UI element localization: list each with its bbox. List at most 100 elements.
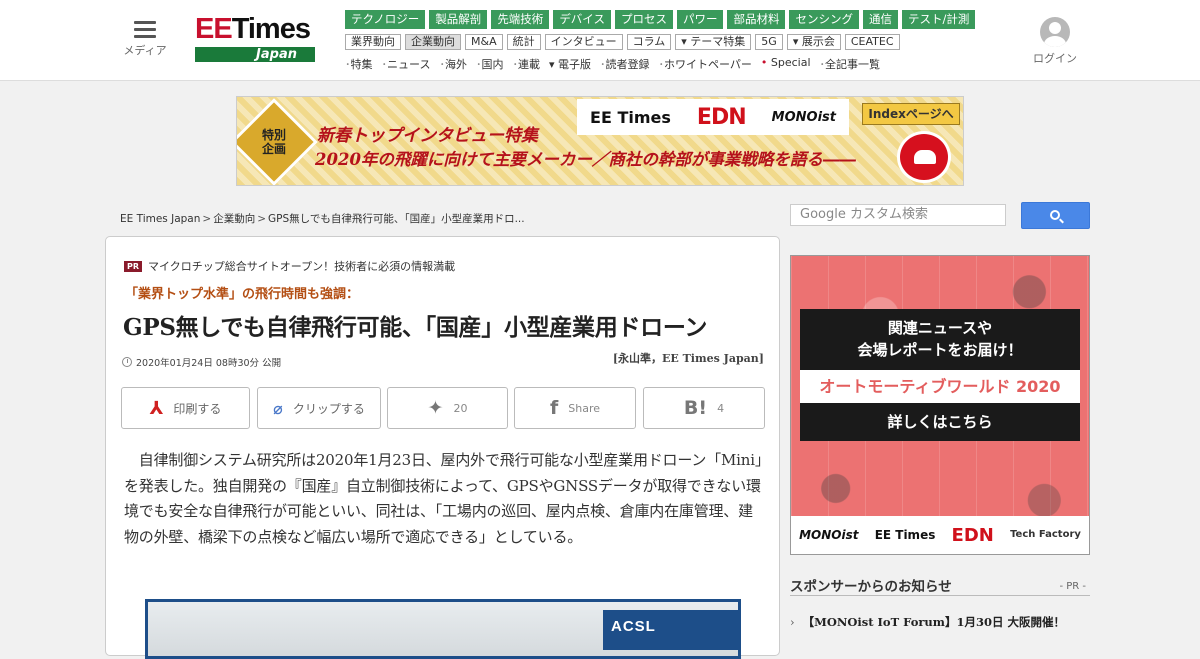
logo-ee: EE xyxy=(195,13,233,45)
pr-text: マイクロチップ総合サイトオープン！技術者に必須の情報満載 xyxy=(148,260,456,273)
sponsor-pr-label: - PR - xyxy=(1059,581,1086,592)
hatena-bookmark-button[interactable]: B! 4 xyxy=(643,387,765,429)
breadcrumb: EE Times Japan > 企業動向 > GPS無しでも自律飛行可能、「国産」小型… xyxy=(120,213,525,225)
breadcrumb-current: GPS無しでも自律飛行可能、「国産」小型産業用ドロ... xyxy=(268,213,525,225)
search-input[interactable]: Google カスタム検索 xyxy=(790,204,1006,226)
bullet-icon: • xyxy=(760,56,771,69)
article-author: [永山準，EE Times Japan] xyxy=(612,352,764,365)
nav-link-item[interactable]: ･特集 xyxy=(345,56,373,72)
media-menu-button[interactable]: メディア xyxy=(120,18,170,58)
twitter-icon: ✦ xyxy=(427,397,444,419)
tech-factory-logo: Tech Factory xyxy=(1010,529,1081,540)
nav-secondary-item[interactable]: CEATEC xyxy=(844,34,900,50)
breadcrumb-home[interactable]: EE Times Japan xyxy=(120,213,200,225)
banner-media-logos: EE Times EDN MONOist xyxy=(577,99,849,135)
ad-headline: 関連ニュースや 会場レポートをお届け！ xyxy=(800,309,1080,370)
ee-times-logo: EE Times xyxy=(874,528,936,542)
monoist-logo: MONOist xyxy=(799,528,859,542)
nav-link-item[interactable]: ･全記事一覧 xyxy=(820,56,881,72)
nav-secondary-item[interactable]: インタビュー xyxy=(544,34,623,50)
monoist-logo: MONOist xyxy=(771,109,836,125)
facebook-share-button[interactable]: f Share xyxy=(514,387,636,429)
publish-date: 2020年01月24日 08時30分 公開 xyxy=(122,355,281,369)
logo-times: Times xyxy=(231,13,311,45)
search-button[interactable] xyxy=(1021,202,1090,229)
hamburger-icon xyxy=(134,21,156,38)
article-card: PR マイクロチップ総合サイトオープン！技術者に必須の情報満載 「業界トップ水準… xyxy=(105,236,780,659)
nav-primary-item[interactable]: パワー xyxy=(676,10,724,29)
nav-primary: テクノロジー 製品解剖 先端技術 デバイス プロセス パワー 部品材料 センシング 通信 テスト/… xyxy=(345,10,1005,29)
nav-link-item[interactable]: ･国内 xyxy=(476,56,504,72)
pdf-icon: ⅄ xyxy=(149,397,164,419)
user-icon xyxy=(1040,17,1070,47)
article-subhead: 「業界トップ水準」の飛行時間も強調： xyxy=(125,287,360,302)
article-photo[interactable]: ACSL xyxy=(145,599,741,659)
facebook-icon: f xyxy=(549,397,559,419)
ee-times-logo: EE Times xyxy=(590,107,671,127)
nav-link-item[interactable]: ･読者登録 xyxy=(600,56,650,72)
twitter-share-button[interactable]: ✦ 20 xyxy=(387,387,508,429)
share-toolbar: ⅄ 印刷する ⌀ クリップする ✦ 20 f Share B! 4 xyxy=(121,387,765,429)
breadcrumb-category[interactable]: 企業動向 xyxy=(213,213,255,225)
nav-link-item[interactable]: ･海外 xyxy=(439,56,467,72)
nav-link-item[interactable]: ･ニュース xyxy=(382,56,431,72)
nav-link-item[interactable]: ･ホワイトペーパー xyxy=(658,56,751,72)
banner-index-button[interactable]: Indexページへ xyxy=(862,103,960,125)
ad-cta: 詳しくはこちら xyxy=(800,403,1080,441)
ad-event-name: オートモーティブワールド 2020 xyxy=(800,370,1080,403)
banner-subheadline: 2020年の飛躍に向けて主要メーカー／商社の幹部が事業戦略を語る―― xyxy=(315,150,856,169)
nav-links: ･特集 ･ニュース ･海外 ･国内 ･連載 ▾ 電子版 ･読者登録 ･ホワイトペーパー • Sp… xyxy=(345,56,1005,72)
promo-banner[interactable]: 特別 企画 新春トップインタビュー特集 2020年の飛躍に向けて主要メーカー／商… xyxy=(236,96,964,186)
print-button[interactable]: ⅄ 印刷する xyxy=(121,387,250,429)
mascot-icon xyxy=(897,131,951,183)
nav-primary-item[interactable]: 製品解剖 xyxy=(429,10,488,29)
login-button[interactable]: ログイン xyxy=(1030,17,1080,66)
clip-button[interactable]: ⌀ クリップする xyxy=(257,387,381,429)
pr-badge: PR xyxy=(124,260,143,272)
nav-primary-item[interactable]: 通信 xyxy=(862,10,898,29)
clock-icon xyxy=(122,357,132,367)
edn-logo: EDN xyxy=(696,104,747,130)
nav-secondary-item[interactable]: ▾ 展示会 xyxy=(786,34,841,50)
main-nav: テクノロジー 製品解剖 先端技術 デバイス プロセス パワー 部品材料 センシング 通信 テスト/… xyxy=(345,10,1005,72)
acsl-logo: ACSL xyxy=(603,610,738,650)
nav-primary-item[interactable]: デバイス xyxy=(553,10,611,29)
media-menu-label: メディア xyxy=(123,44,167,57)
search-icon xyxy=(1050,210,1060,220)
sponsor-item[interactable]: › 【MONOist IoT Forum】1月30日 大阪開催！ xyxy=(790,614,1065,630)
nav-secondary: 業界動向 企業動向 M&A 統計 インタビュー コラム ▾ テーマ特集 5G ▾ 展示会 CEAT… xyxy=(345,34,1005,50)
nav-link-item[interactable]: ▾ 電子版 xyxy=(549,56,591,72)
nav-primary-item[interactable]: 部品材料 xyxy=(727,10,786,29)
nav-primary-item[interactable]: センシング xyxy=(789,10,859,29)
nav-primary-item[interactable]: 先端技術 xyxy=(491,10,550,29)
logo-japan: Japan xyxy=(195,47,315,62)
nav-primary-item[interactable]: テクノロジー xyxy=(345,10,426,29)
nav-primary-item[interactable]: プロセス xyxy=(614,10,673,29)
special-badge-text: 特別 企画 xyxy=(261,128,286,156)
nav-link-item[interactable]: ･連載 xyxy=(512,56,540,72)
chevron-right-icon: › xyxy=(790,615,795,629)
login-label: ログイン xyxy=(1033,52,1077,65)
nav-secondary-item[interactable]: 5G xyxy=(755,34,783,50)
ad-media-logos: MONOist EE Times EDN Tech Factory xyxy=(791,516,1089,554)
article-body: 自律制御システム研究所は2020年1月23日、屋内外で飛行可能な小型産業用ドロー… xyxy=(124,451,763,546)
nav-secondary-item[interactable]: 企業動向 xyxy=(405,34,461,50)
pr-link[interactable]: PR マイクロチップ総合サイトオープン！技術者に必須の情報満載 xyxy=(124,258,455,274)
site-logo[interactable]: EETimes Japan xyxy=(195,14,315,64)
hatena-icon: B! xyxy=(683,397,708,419)
article-title: GPS無しでも自律飛行可能、「国産」小型産業用ドローン xyxy=(123,314,708,341)
banner-headline: 新春トップインタビュー特集 xyxy=(317,126,538,146)
sponsor-section-header: スポンサーからのお知らせ - PR - xyxy=(790,575,1090,596)
nav-link-item[interactable]: • Special xyxy=(761,56,811,72)
nav-secondary-item[interactable]: 業界動向 xyxy=(345,34,401,50)
nav-secondary-item[interactable]: M&A xyxy=(465,34,503,50)
sponsor-title: スポンサーからのお知らせ xyxy=(790,579,952,595)
nav-secondary-item[interactable]: 統計 xyxy=(506,34,541,50)
nav-secondary-item[interactable]: ▾ テーマ特集 xyxy=(675,34,752,50)
sidebar-ad[interactable]: 関連ニュースや 会場レポートをお届け！ オートモーティブワールド 2020 詳し… xyxy=(790,255,1090,555)
edn-logo: EDN xyxy=(951,524,994,546)
nav-primary-item[interactable]: テスト/計測 xyxy=(901,10,976,29)
nav-secondary-item[interactable]: コラム xyxy=(626,34,672,50)
site-header: メディア EETimes Japan テクノロジー 製品解剖 先端技術 デバイス プロセ… xyxy=(0,0,1200,81)
clip-icon: ⌀ xyxy=(273,398,283,418)
